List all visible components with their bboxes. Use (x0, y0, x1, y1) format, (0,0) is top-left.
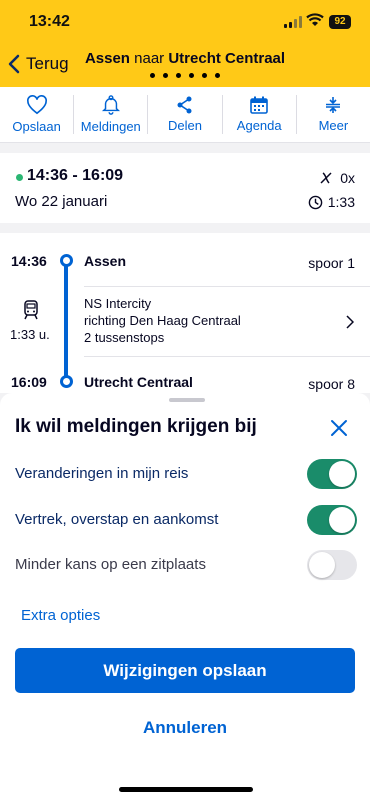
on-time-indicator (16, 174, 23, 181)
heart-icon (26, 95, 47, 115)
transfers-info: 0x (318, 170, 355, 186)
cancel-button[interactable]: Annuleren (0, 718, 370, 738)
departure-time: 14:36 (11, 253, 47, 269)
clock-icon (308, 195, 323, 209)
train-type: NS Intercity (84, 296, 152, 311)
toggle-knob (329, 461, 355, 487)
calendar-button[interactable]: Agenda (223, 95, 297, 134)
toggle-trip-changes[interactable] (307, 459, 357, 489)
battery-indicator: 92 (329, 15, 351, 29)
toggle-knob (309, 552, 335, 578)
action-bar: Opslaan Meldingen Delen Agenda Meer (0, 87, 370, 143)
train-direction: richting Den Haag Centraal (84, 313, 241, 328)
route-line (64, 262, 68, 380)
notifications-sheet (0, 393, 370, 800)
action-label: Opslaan (12, 119, 61, 134)
trip-date: Wo 22 januari (15, 193, 108, 210)
status-bar: 13:42 92 (0, 0, 370, 44)
arrival-track: spoor 8 (308, 376, 355, 392)
page-dot[interactable] (176, 73, 181, 78)
divider (84, 356, 370, 357)
option-label: Veranderingen in mijn reis (15, 465, 189, 482)
page-indicator[interactable] (0, 73, 370, 78)
more-button[interactable]: Meer (297, 95, 370, 134)
train-stops: 2 tussenstops (84, 330, 165, 345)
duration-info: 1:33 (308, 194, 355, 210)
origin-station: Assen (84, 50, 130, 67)
app-header: 13:42 92 Terug Assen naar Utrecht Centra… (0, 0, 370, 87)
sheet-grabber[interactable] (169, 398, 205, 402)
option-label: Vertrek, overstap en aankomst (15, 511, 219, 528)
arrival-stop-marker (60, 375, 73, 388)
page-dot[interactable] (189, 73, 194, 78)
share-icon (177, 96, 192, 114)
page-dot[interactable] (215, 73, 220, 78)
share-button[interactable]: Delen (148, 95, 223, 134)
train-icon (24, 300, 38, 320)
duration-value: 1:33 (327, 194, 355, 210)
close-icon[interactable] (329, 418, 349, 438)
trip-summary-card (0, 153, 370, 223)
departure-track: spoor 1 (308, 255, 355, 271)
train-duration: 1:33 u. (10, 327, 50, 342)
page-dot[interactable] (202, 73, 207, 78)
departure-stop-marker (60, 254, 73, 267)
train-details[interactable]: NS Intercity richting Den Haag Centraal … (84, 295, 241, 346)
sheet-title: Ik wil meldingen krijgen bij (15, 416, 257, 437)
page-dot[interactable] (150, 73, 155, 78)
divider (84, 286, 370, 287)
chevron-right-icon[interactable] (346, 315, 354, 329)
toggle-seat-availability[interactable] (307, 550, 357, 580)
action-label: Meer (318, 118, 349, 133)
destination-station: Utrecht Centraal (168, 50, 286, 67)
transfers-count: 0x (340, 170, 355, 186)
arrival-time: 16:09 (11, 374, 47, 390)
status-time: 13:42 (29, 13, 70, 30)
action-label: Meldingen (80, 119, 141, 134)
extra-options-link[interactable]: Extra opties (21, 607, 100, 624)
toggle-departure-transfer-arrival[interactable] (307, 505, 357, 535)
departure-station: Assen (84, 253, 127, 269)
action-label: Agenda (236, 118, 282, 133)
bell-icon (101, 95, 120, 115)
expand-icon (326, 97, 341, 113)
save-changes-button[interactable]: Wijzigingen opslaan (15, 648, 355, 693)
trip-times: 14:36 - 16:09 (27, 167, 124, 184)
transfer-icon (320, 172, 332, 184)
action-label: Delen (168, 118, 202, 133)
wifi-icon (306, 13, 324, 26)
option-label: Minder kans op een zitplaats (15, 556, 206, 573)
route-connector: naar (134, 50, 165, 67)
notifications-button[interactable]: Meldingen (74, 95, 149, 134)
arrival-station: Utrecht Centraal (84, 374, 193, 390)
toggle-knob (329, 507, 355, 533)
calendar-icon (250, 96, 269, 114)
save-trip-button[interactable]: Opslaan (0, 95, 75, 134)
route-title: Assen naar Utrecht Centraal (0, 50, 370, 67)
signal-icon (284, 16, 302, 28)
page-dot[interactable] (163, 73, 168, 78)
home-indicator[interactable] (119, 787, 253, 792)
